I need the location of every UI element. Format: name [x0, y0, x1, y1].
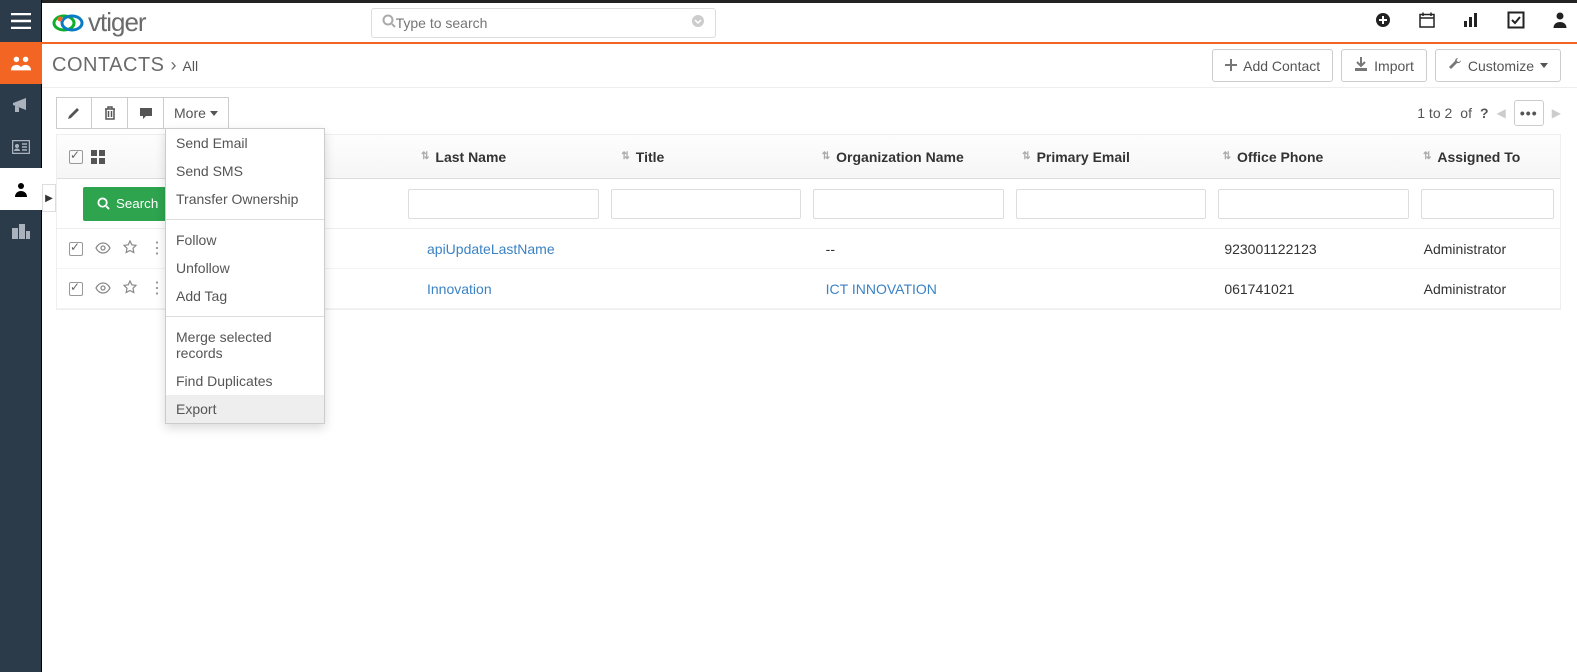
- logo[interactable]: vtiger: [50, 7, 146, 38]
- breadcrumb-filter[interactable]: All: [183, 58, 199, 74]
- customize-button[interactable]: Customize: [1435, 49, 1561, 82]
- cell-last-name[interactable]: apiUpdateLastName: [419, 241, 618, 257]
- select-all-checkbox[interactable]: [69, 150, 83, 164]
- filter-assigned[interactable]: [1415, 189, 1560, 219]
- eye-icon[interactable]: [95, 241, 111, 257]
- grid-toggle-icon[interactable]: [91, 150, 105, 164]
- page-total: ?: [1480, 105, 1489, 121]
- col-organization[interactable]: ⇅Organization Name: [814, 135, 1014, 178]
- eye-icon[interactable]: [95, 281, 111, 297]
- menu-unfollow[interactable]: Unfollow: [166, 254, 324, 282]
- calendar-icon[interactable]: [1419, 12, 1435, 33]
- cell-org: --: [818, 241, 1017, 257]
- nav-building[interactable]: [0, 210, 42, 252]
- star-icon[interactable]: [123, 280, 137, 297]
- chevron-down-icon: [210, 111, 218, 116]
- cell-phone: 061741021: [1216, 281, 1415, 297]
- menu-add-tag[interactable]: Add Tag: [166, 282, 324, 310]
- sort-icon: ⇅: [621, 151, 629, 162]
- menu-follow[interactable]: Follow: [166, 226, 324, 254]
- row-checkbox[interactable]: [69, 282, 83, 296]
- module-title: CONTACTS: [52, 54, 165, 77]
- more-button[interactable]: More: [164, 97, 229, 129]
- customize-label: Customize: [1468, 58, 1534, 74]
- import-label: Import: [1374, 58, 1414, 74]
- page-range: 1 to 2: [1417, 105, 1452, 121]
- global-search-input[interactable]: [396, 15, 691, 31]
- tasks-icon[interactable]: [1507, 11, 1525, 34]
- delete-button[interactable]: [92, 97, 128, 129]
- add-icon[interactable]: [1375, 12, 1391, 33]
- logo-text: vtiger: [88, 7, 146, 38]
- menu-find-duplicates[interactable]: Find Duplicates: [166, 367, 324, 395]
- page-prev[interactable]: ◀: [1497, 106, 1506, 120]
- nav-person[interactable]: [0, 168, 42, 210]
- search-button[interactable]: Search: [83, 187, 172, 221]
- breadcrumb-separator: ›: [171, 55, 177, 76]
- more-icon[interactable]: ⋮: [149, 281, 165, 297]
- global-search[interactable]: [371, 8, 716, 38]
- menu-icon[interactable]: [0, 0, 42, 42]
- cell-phone: 923001122123: [1216, 241, 1415, 257]
- search-button-label: Search: [116, 196, 158, 211]
- menu-merge[interactable]: Merge selected records: [166, 323, 324, 367]
- reports-icon[interactable]: [1463, 12, 1479, 33]
- star-icon[interactable]: [123, 240, 137, 257]
- filter-title[interactable]: [605, 189, 807, 219]
- expand-panel-icon[interactable]: ▶: [42, 184, 56, 212]
- chevron-down-icon: [1540, 63, 1548, 68]
- sort-icon: ⇅: [421, 151, 429, 162]
- filter-phone[interactable]: [1212, 189, 1414, 219]
- menu-transfer-ownership[interactable]: Transfer Ownership: [166, 185, 324, 213]
- comment-button[interactable]: [128, 97, 164, 129]
- cell-assigned: Administrator: [1416, 281, 1560, 297]
- menu-separator: [166, 219, 324, 220]
- col-phone[interactable]: ⇅Office Phone: [1215, 135, 1415, 178]
- menu-send-email[interactable]: Send Email: [166, 129, 324, 157]
- col-last-name[interactable]: ⇅Last Name: [413, 135, 613, 178]
- filter-org[interactable]: [807, 189, 1009, 219]
- nav-card[interactable]: [0, 126, 42, 168]
- search-icon: [382, 14, 396, 31]
- nav-campaigns[interactable]: [0, 84, 42, 126]
- menu-export[interactable]: Export: [166, 395, 324, 423]
- more-dropdown: Send Email Send SMS Transfer Ownership F…: [165, 128, 325, 424]
- cell-last-name[interactable]: Innovation: [419, 281, 618, 297]
- import-button[interactable]: Import: [1341, 49, 1427, 82]
- user-icon[interactable]: [1553, 12, 1567, 33]
- chevron-down-icon[interactable]: [691, 14, 705, 31]
- filter-email[interactable]: [1010, 189, 1212, 219]
- page-of: of: [1460, 105, 1472, 121]
- page-menu[interactable]: •••: [1514, 100, 1544, 126]
- filter-last-name[interactable]: [402, 189, 604, 219]
- col-assigned[interactable]: ⇅Assigned To: [1415, 135, 1560, 178]
- more-icon[interactable]: ⋮: [149, 241, 165, 257]
- wrench-icon: [1448, 57, 1462, 74]
- sort-icon: ⇅: [1022, 151, 1030, 162]
- sort-icon: ⇅: [822, 151, 830, 162]
- add-contact-label: Add Contact: [1243, 58, 1320, 74]
- add-contact-button[interactable]: Add Contact: [1212, 49, 1333, 82]
- menu-separator: [166, 316, 324, 317]
- cell-org[interactable]: ICT INNOVATION: [818, 281, 1017, 297]
- plus-icon: [1225, 58, 1237, 74]
- download-icon: [1354, 57, 1368, 74]
- row-checkbox[interactable]: [69, 242, 83, 256]
- edit-button[interactable]: [56, 97, 92, 129]
- col-email[interactable]: ⇅Primary Email: [1014, 135, 1214, 178]
- cell-assigned: Administrator: [1416, 241, 1560, 257]
- page-next[interactable]: ▶: [1552, 106, 1561, 120]
- menu-send-sms[interactable]: Send SMS: [166, 157, 324, 185]
- nav-contacts[interactable]: [0, 42, 42, 84]
- sort-icon: ⇅: [1423, 151, 1431, 162]
- sort-icon: ⇅: [1223, 151, 1231, 162]
- col-title[interactable]: ⇅Title: [613, 135, 813, 178]
- more-label: More: [174, 105, 206, 121]
